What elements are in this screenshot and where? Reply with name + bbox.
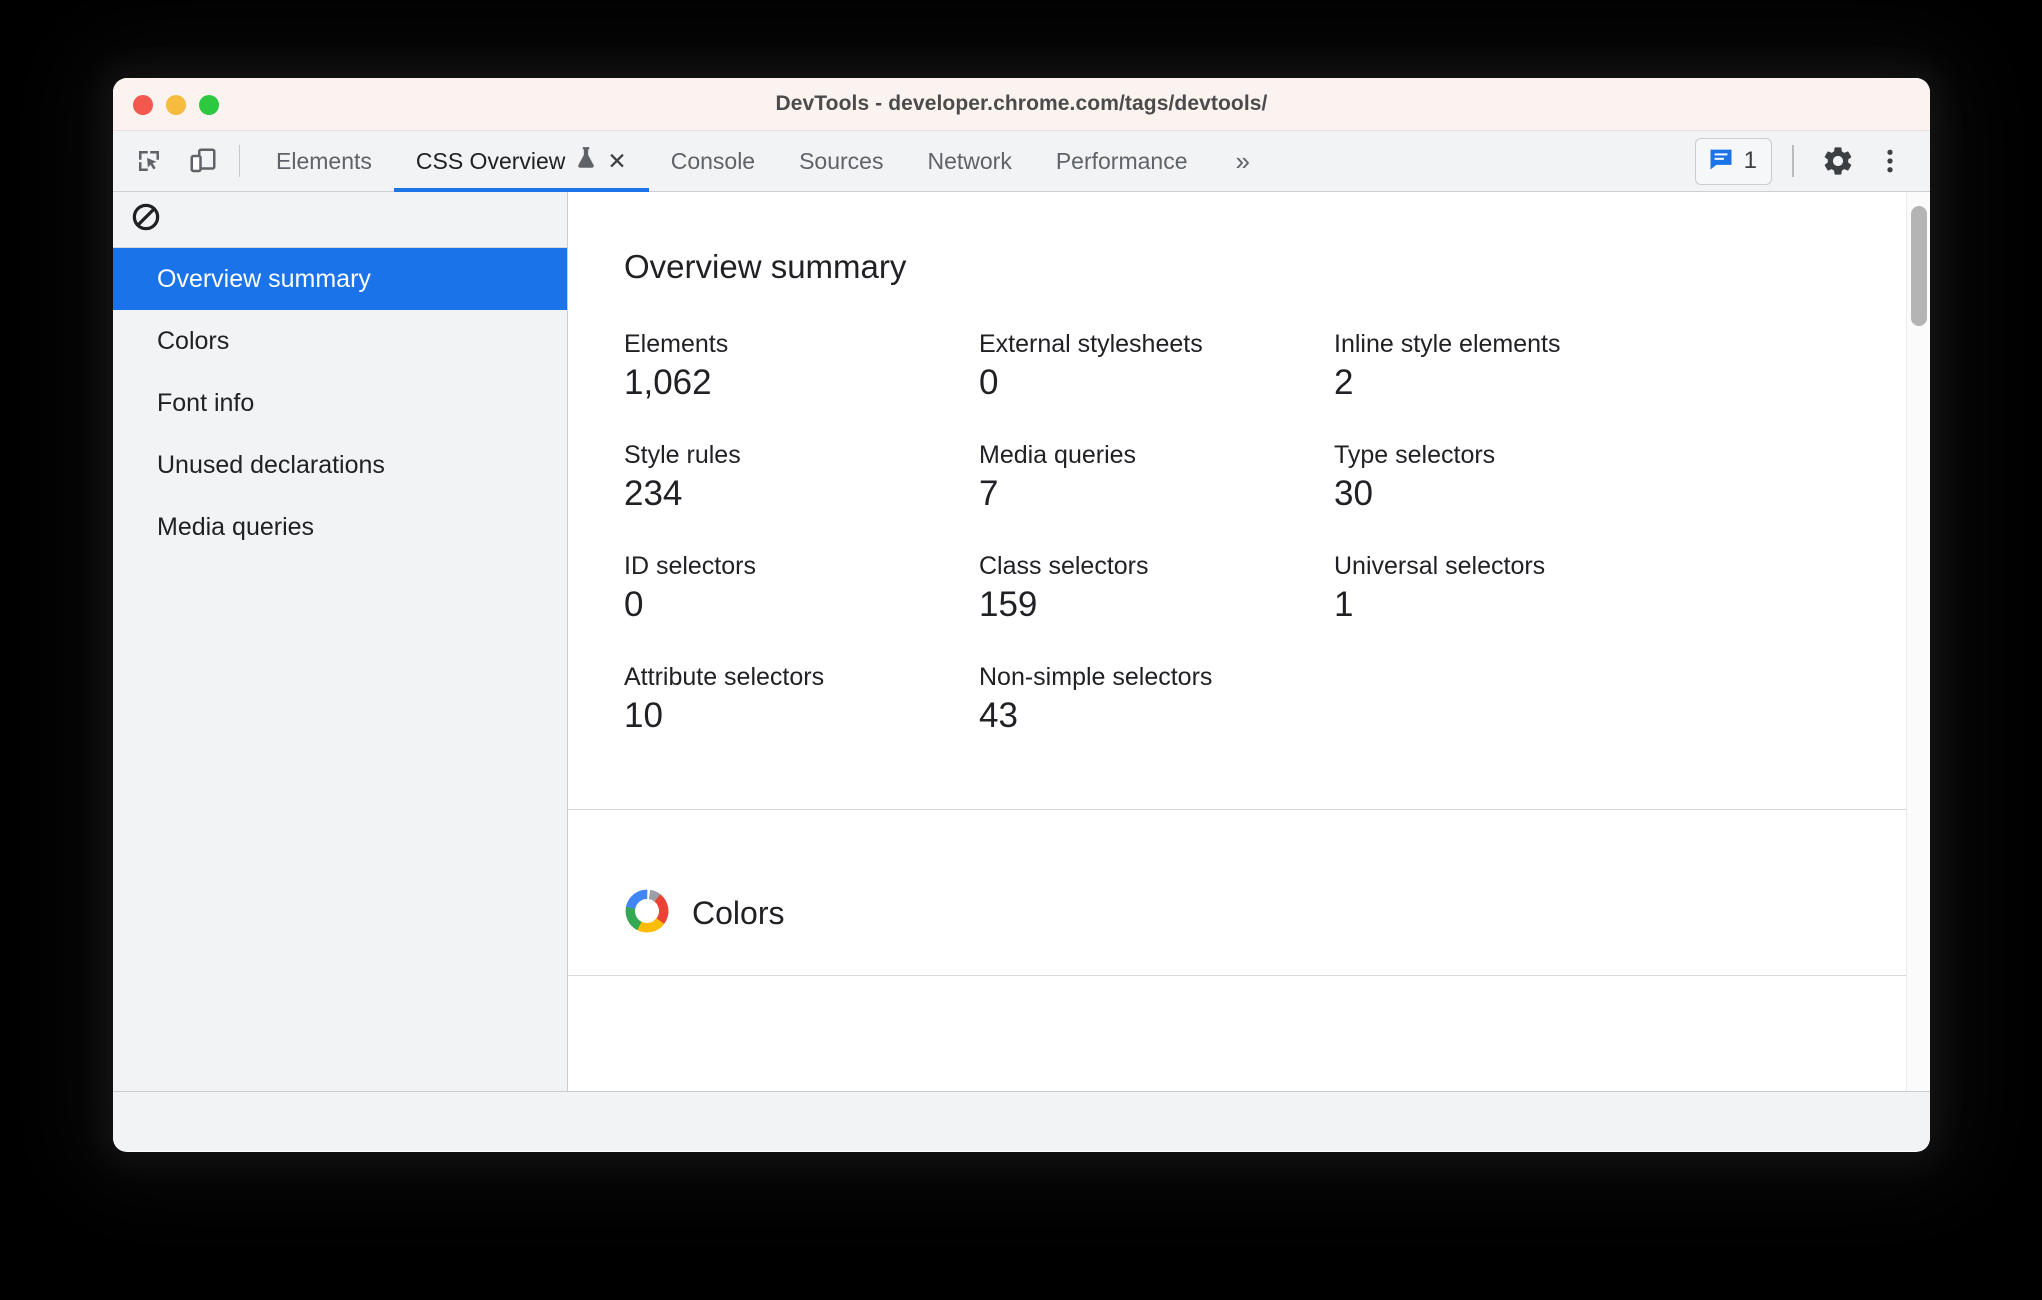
close-window-button[interactable] (133, 94, 153, 115)
sidebar-item-label: Overview summary (157, 264, 371, 293)
drawer-area (113, 1091, 1930, 1151)
metric-value: 234 (624, 474, 683, 513)
screenshot-stage: DevTools - developer.chrome.com/tags/dev… (0, 0, 2042, 1300)
toolbar-divider-right (1792, 145, 1794, 177)
content-scrollbar[interactable] (1906, 192, 1930, 1091)
css-overview-panel: Overview summary Colors Font info Unused… (113, 192, 1930, 1091)
message-count: 1 (1743, 147, 1757, 174)
metric-value: 0 (624, 585, 644, 624)
metric-style-rules: Style rules 234 (624, 441, 979, 514)
toolbar-left-icons (113, 131, 225, 191)
metric-label: Class selectors (979, 552, 1149, 580)
metric-elements: Elements 1,062 (624, 330, 979, 403)
metric-value: 1,062 (624, 363, 712, 402)
gear-icon[interactable] (1814, 137, 1862, 185)
metric-value: 43 (979, 696, 1018, 735)
metric-non-simple-selectors: Non-simple selectors 43 (979, 663, 1334, 736)
metric-label: Style rules (624, 441, 741, 469)
zoom-window-button[interactable] (199, 94, 219, 115)
metric-label: Universal selectors (1334, 552, 1546, 580)
tab-sources-label: Sources (799, 147, 884, 174)
toolbar-right-icons: 1 (1694, 131, 1930, 191)
inspect-element-icon[interactable] (127, 139, 171, 183)
css-overview-content: Overview summary Elements 1,062 External… (568, 192, 1930, 1091)
message-bubble-icon (1707, 145, 1735, 178)
metric-label: Non-simple selectors (979, 663, 1213, 691)
metric-universal-selectors: Universal selectors 1 (1334, 552, 1689, 625)
metric-label: Type selectors (1334, 441, 1496, 469)
devtools-toolbar: Elements CSS Overview ✕ Console Sources (113, 131, 1930, 192)
metric-external-stylesheets: External stylesheets 0 (979, 330, 1334, 403)
metric-id-selectors: ID selectors 0 (624, 552, 979, 625)
metric-value: 159 (979, 585, 1038, 624)
metric-value: 30 (1334, 474, 1373, 513)
scrollbar-thumb[interactable] (1911, 206, 1927, 326)
sidebar-item-media-queries[interactable]: Media queries (113, 496, 567, 558)
metric-inline-style-elements: Inline style elements 2 (1334, 330, 1689, 403)
tab-console-label: Console (670, 147, 756, 174)
colors-section-title: Colors (692, 895, 785, 931)
metric-label: Elements (624, 330, 729, 358)
tab-network[interactable]: Network (905, 131, 1033, 191)
minimize-window-button[interactable] (166, 94, 186, 115)
metric-label: ID selectors (624, 552, 756, 580)
metric-class-selectors: Class selectors 159 (979, 552, 1334, 625)
sidebar-item-font-info[interactable]: Font info (113, 372, 567, 434)
metric-type-selectors: Type selectors 30 (1334, 441, 1689, 514)
metric-empty-slot (1334, 663, 1689, 736)
metric-value: 7 (979, 474, 999, 513)
sidebar-item-label: Colors (157, 326, 230, 355)
flask-icon (575, 145, 597, 177)
color-wheel-icon (624, 888, 670, 939)
tab-elements-label: Elements (276, 147, 372, 174)
summary-metrics-grid: Elements 1,062 External stylesheets 0 In… (624, 330, 1930, 736)
clear-no-entry-icon[interactable] (131, 202, 161, 237)
tab-console[interactable]: Console (649, 131, 777, 191)
three-dot-menu-icon[interactable] (1866, 137, 1914, 185)
page-title: Overview summary (624, 248, 907, 285)
metric-label: Attribute selectors (624, 663, 825, 691)
more-tabs-chevron-icon[interactable]: » (1210, 131, 1273, 191)
panel-tabs: Elements CSS Overview ✕ Console Sources (254, 131, 1273, 192)
tab-css-overview[interactable]: CSS Overview ✕ (393, 131, 649, 192)
sidebar-item-overview-summary[interactable]: Overview summary (113, 248, 567, 310)
metric-label: Media queries (979, 441, 1137, 469)
metric-value: 1 (1334, 585, 1354, 624)
device-toolbar-icon[interactable] (181, 139, 225, 183)
traffic-light-controls[interactable] (133, 78, 219, 131)
sidebar-item-label: Font info (157, 388, 255, 417)
colors-section-header: Colors (624, 888, 784, 939)
sidebar-item-label: Media queries (157, 512, 315, 541)
metric-value: 2 (1334, 363, 1354, 402)
overview-summary-section: Overview summary Elements 1,062 External… (568, 192, 1930, 810)
toolbar-divider (239, 145, 240, 177)
devtools-window: DevTools - developer.chrome.com/tags/dev… (113, 78, 1930, 1152)
sidebar-item-unused-declarations[interactable]: Unused declarations (113, 434, 567, 496)
content-scroll-area: Overview summary Elements 1,062 External… (568, 192, 1930, 1091)
tab-close-icon[interactable]: ✕ (607, 149, 626, 173)
metric-media-queries: Media queries 7 (979, 441, 1334, 514)
metric-label: External stylesheets (979, 330, 1203, 358)
window-title: DevTools - developer.chrome.com/tags/dev… (775, 92, 1268, 115)
sidebar-item-colors[interactable]: Colors (113, 310, 567, 372)
window-titlebar: DevTools - developer.chrome.com/tags/dev… (113, 78, 1930, 131)
sidebar-toolbar (113, 192, 567, 248)
tab-css-overview-label: CSS Overview (415, 147, 566, 174)
css-overview-sidebar: Overview summary Colors Font info Unused… (113, 192, 568, 1091)
metric-value: 10 (624, 696, 663, 735)
sidebar-item-label: Unused declarations (157, 450, 385, 479)
metric-attribute-selectors: Attribute selectors 10 (624, 663, 979, 736)
metric-label: Inline style elements (1334, 330, 1561, 358)
tab-elements[interactable]: Elements (254, 131, 394, 191)
tab-performance-label: Performance (1055, 147, 1188, 174)
status-badge[interactable]: 1 (1694, 137, 1772, 185)
colors-section[interactable]: Colors (568, 810, 1930, 976)
tab-network-label: Network (927, 147, 1012, 174)
metric-value: 0 (979, 363, 999, 402)
tab-sources[interactable]: Sources (777, 131, 905, 191)
tab-performance[interactable]: Performance (1034, 131, 1210, 191)
